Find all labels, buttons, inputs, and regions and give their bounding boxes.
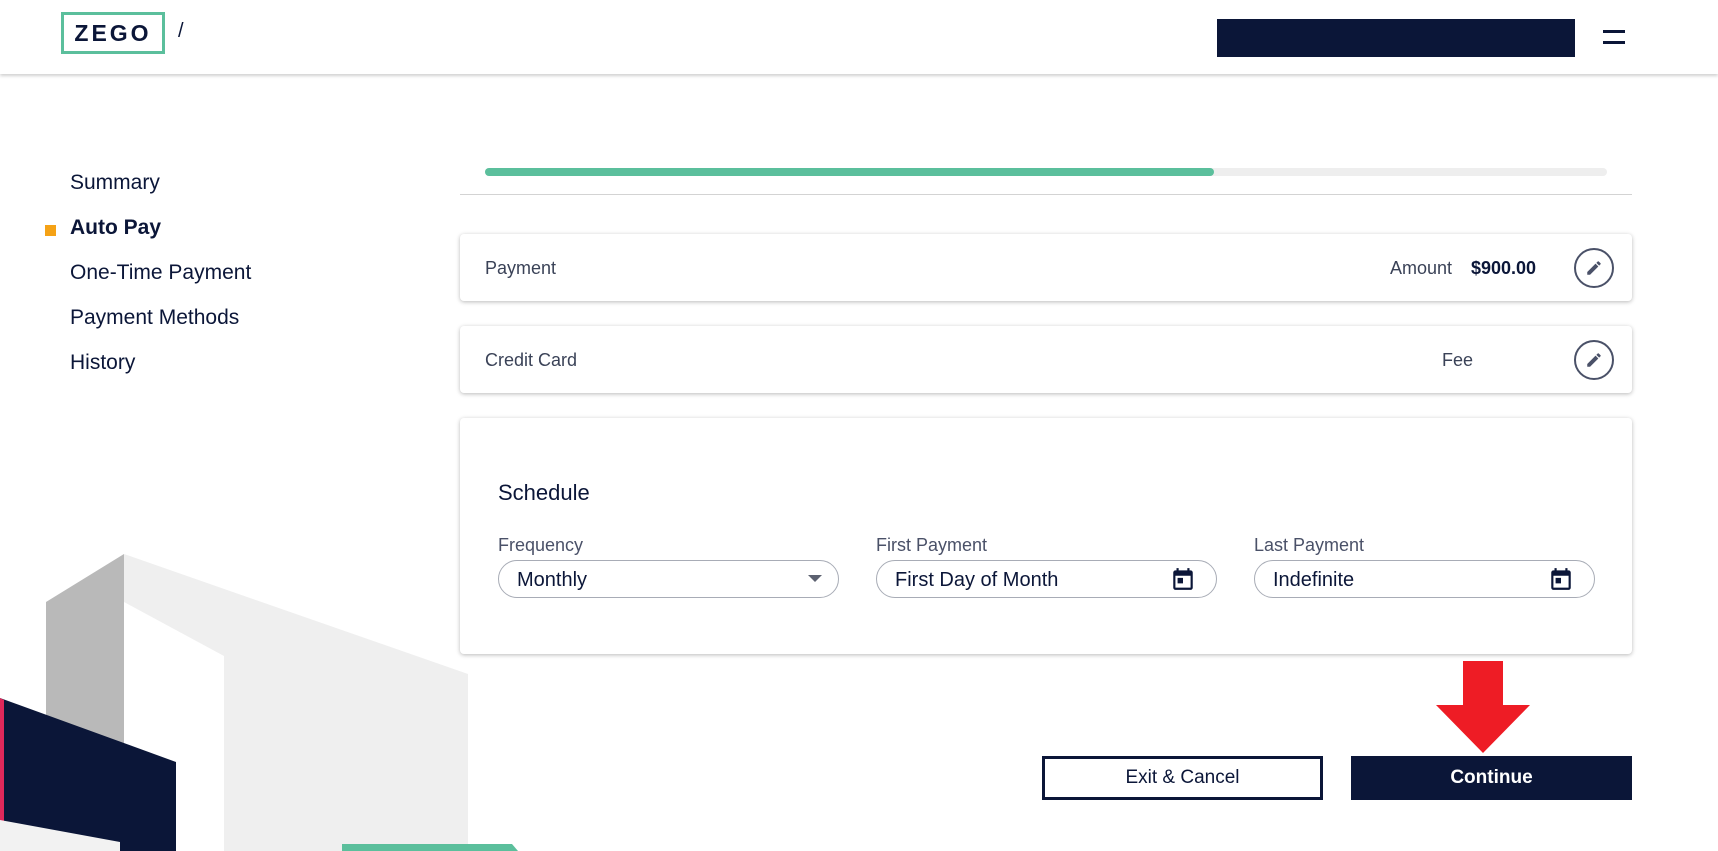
- frequency-value: Monthly: [517, 569, 588, 591]
- frequency-select[interactable]: Monthly: [498, 560, 839, 598]
- calendar-icon[interactable]: [1170, 566, 1196, 592]
- sidebar-item-one-time-payment[interactable]: One-Time Payment: [70, 261, 251, 285]
- frequency-label: Frequency: [498, 535, 584, 555]
- payment-card: Payment Amount $900.00: [460, 234, 1632, 301]
- header-redacted-bar: [1217, 19, 1575, 57]
- credit-card-label: Credit Card: [485, 350, 578, 370]
- pencil-icon: [1587, 261, 1601, 275]
- sidebar-item-summary[interactable]: Summary: [70, 171, 160, 195]
- sidebar-item-payment-methods[interactable]: Payment Methods: [70, 306, 239, 330]
- payment-label: Payment: [485, 258, 557, 278]
- last-payment-label: Last Payment: [1254, 535, 1365, 555]
- edit-payment-button[interactable]: [1574, 248, 1614, 288]
- sidebar-item-auto-pay[interactable]: Auto Pay: [70, 216, 161, 240]
- sidebar-item-history[interactable]: History: [70, 351, 135, 375]
- last-payment-value: Indefinite: [1273, 569, 1355, 591]
- zego-logo[interactable]: ZEGO: [61, 12, 165, 54]
- hamburger-menu-icon[interactable]: [1603, 30, 1625, 46]
- first-payment-value: First Day of Month: [895, 569, 1059, 591]
- pencil-icon: [1587, 353, 1601, 367]
- progress-bar: [485, 168, 1607, 176]
- amount-value: $900.00: [1471, 258, 1537, 278]
- fee-label: Fee: [1442, 350, 1474, 370]
- decorative-building-graphic: [0, 554, 518, 851]
- schedule-card: Schedule Frequency Monthly First Payment…: [460, 418, 1632, 654]
- credit-card-card: Credit Card Fee: [460, 326, 1632, 393]
- caret-down-icon: [808, 575, 822, 582]
- amount-label: Amount: [1390, 258, 1453, 278]
- schedule-title: Schedule: [498, 480, 590, 505]
- red-arrow-annotation: [1436, 661, 1530, 753]
- section-divider: [460, 194, 1632, 195]
- first-payment-field[interactable]: First Day of Month: [876, 560, 1217, 598]
- top-header: ZEGO /: [0, 0, 1718, 74]
- edit-credit-card-button[interactable]: [1574, 340, 1614, 380]
- continue-button[interactable]: Continue: [1351, 756, 1632, 800]
- exit-cancel-button[interactable]: Exit & Cancel: [1042, 756, 1323, 800]
- last-payment-field[interactable]: Indefinite: [1254, 560, 1595, 598]
- breadcrumb-separator: /: [178, 20, 184, 42]
- active-item-marker: [45, 225, 56, 236]
- progress-bar-fill: [485, 168, 1215, 176]
- calendar-icon[interactable]: [1548, 566, 1574, 592]
- first-payment-label: First Payment: [876, 535, 988, 555]
